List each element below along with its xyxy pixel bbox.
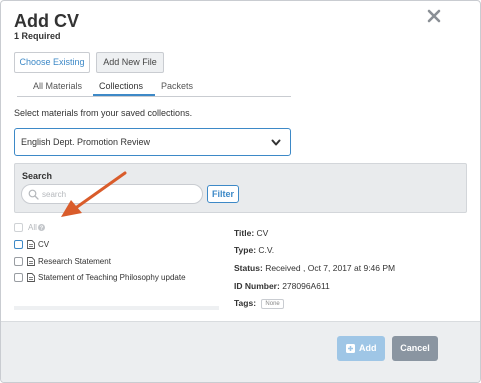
detail-id-number: ID Number: 278096A611 <box>234 281 330 291</box>
collection-select-value: English Dept. Promotion Review <box>21 137 151 147</box>
item-checkbox[interactable] <box>14 273 23 282</box>
search-icon <box>28 189 39 200</box>
tab-collections[interactable]: Collections <box>99 81 143 91</box>
detail-title-label: Title: <box>234 228 255 238</box>
detail-tags-label: Tags: <box>234 298 257 308</box>
filter-button[interactable]: Filter <box>207 185 239 203</box>
search-input[interactable] <box>42 188 197 201</box>
chevron-down-icon <box>271 139 281 146</box>
close-icon[interactable] <box>426 8 442 24</box>
instructions-text: Select materials from your saved collect… <box>14 108 193 118</box>
add-button[interactable]: Add <box>337 336 385 361</box>
cancel-button[interactable]: Cancel <box>392 336 438 361</box>
detail-status: Status: Received , Oct 7, 2017 at 9:46 P… <box>234 263 395 273</box>
detail-type-label: Type: <box>234 245 257 255</box>
material-tabs: All Materials Collections Packets <box>17 80 291 97</box>
tab-choose-existing[interactable]: Choose Existing <box>14 52 90 73</box>
detail-id-label: ID Number: <box>234 281 280 291</box>
help-icon[interactable]: ? <box>38 224 45 231</box>
detail-title: Title: CV <box>234 228 268 238</box>
item-label: Statement of Teaching Philosophy update <box>38 273 186 282</box>
detail-type: Type: C.V. <box>234 245 274 255</box>
detail-status-label: Status: <box>234 263 263 273</box>
active-tab-indicator <box>93 94 155 96</box>
item-label: Research Statement <box>38 257 111 266</box>
select-all-label: All <box>28 223 37 232</box>
item-checkbox[interactable] <box>14 240 23 249</box>
search-label: Search <box>22 171 53 181</box>
plus-icon <box>346 344 355 353</box>
item-checkbox[interactable] <box>14 257 23 266</box>
detail-title-value: CV <box>256 228 269 238</box>
add-cv-dialog: Add CV 1 Required Choose Existing Add Ne… <box>0 0 481 383</box>
tab-all-materials[interactable]: All Materials <box>33 81 82 91</box>
collection-select[interactable]: English Dept. Promotion Review <box>14 128 291 156</box>
search-box <box>21 184 203 204</box>
list-divider <box>14 306 219 310</box>
detail-id-value: 278096A611 <box>282 281 330 291</box>
detail-tags: Tags: None <box>234 298 284 309</box>
detail-status-value: Received , Oct 7, 2017 at 9:46 PM <box>265 263 396 273</box>
document-icon <box>27 273 35 282</box>
dialog-footer: Add Cancel <box>1 321 480 382</box>
item-label: CV <box>38 240 50 249</box>
document-icon <box>27 257 35 266</box>
tab-packets[interactable]: Packets <box>161 81 193 91</box>
tag-chip: None <box>261 298 284 309</box>
select-all-checkbox[interactable] <box>14 223 23 232</box>
dialog-title: Add CV <box>14 11 79 31</box>
required-count: 1 Required <box>14 31 61 41</box>
add-button-label: Add <box>359 343 377 353</box>
detail-type-value: C.V. <box>258 245 275 255</box>
search-panel: Search Filter <box>14 163 467 213</box>
document-icon <box>27 240 35 249</box>
tab-add-new-file[interactable]: Add New File <box>96 52 164 73</box>
